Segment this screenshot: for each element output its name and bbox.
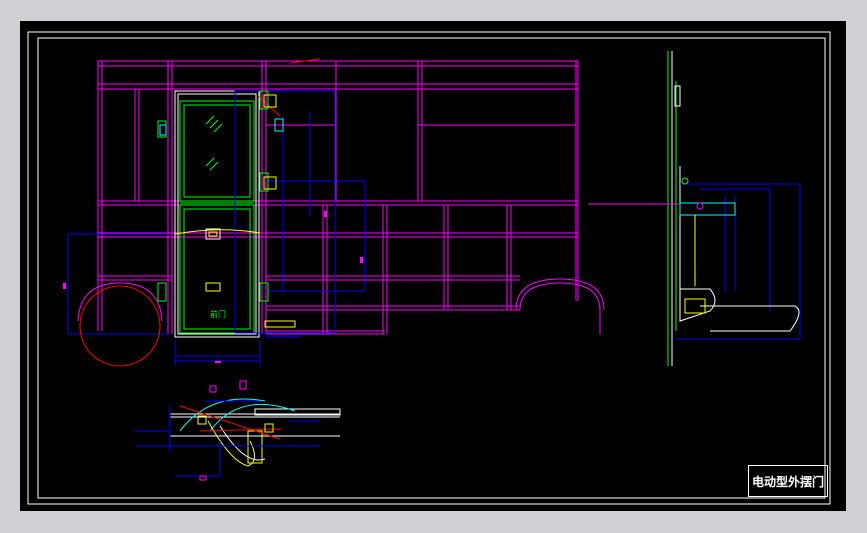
drawing-title: 电动型外摆门 (751, 474, 824, 489)
cad-drawing: 前门 (27, 31, 831, 505)
inner-border (37, 37, 826, 499)
plan-view (135, 380, 341, 481)
title-block: 电动型外摆门 (748, 465, 828, 497)
front-door-label: 前门 (210, 309, 226, 319)
cad-viewport[interactable]: 前门 电动型外摆门 (20, 21, 846, 511)
bus-side-frame (97, 60, 605, 335)
front-door-outline (174, 90, 260, 338)
door-leaves (179, 100, 255, 334)
outer-border (27, 31, 831, 505)
front-wheel (77, 282, 163, 367)
section-view (588, 51, 801, 366)
